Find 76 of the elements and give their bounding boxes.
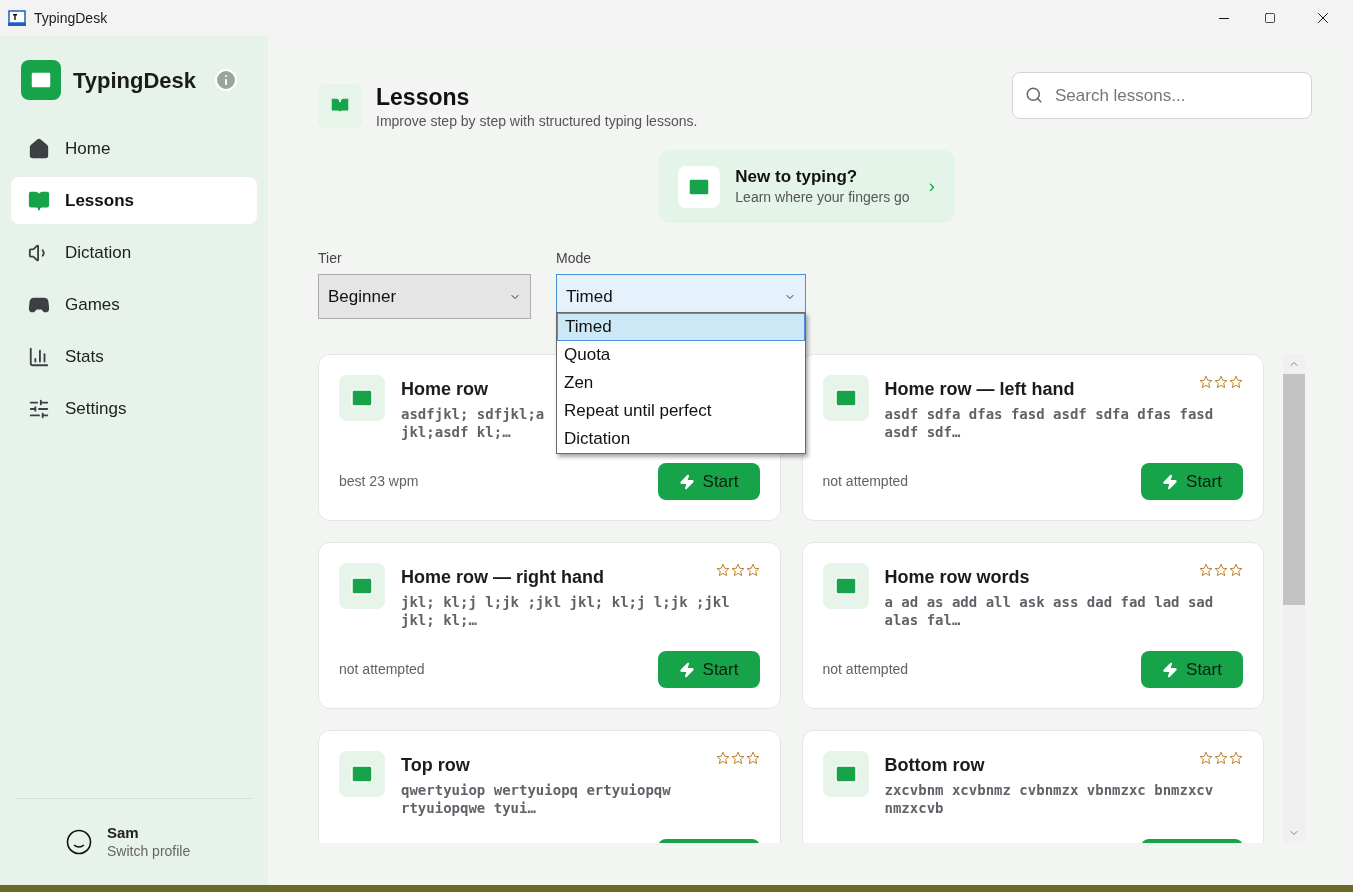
lesson-title: Bottom row [884,754,985,777]
nav-item[interactable]: Lessons [11,177,257,224]
sliders-icon [28,397,50,420]
lesson-title: Top row [401,754,470,777]
lesson-preview: zxcvbnm xcvbnmz cvbnmzx vbnmzxc bnmzxcv nmzxcvb [884,781,1215,817]
star-icon [745,563,760,577]
star-icon [1199,563,1213,577]
star-icon [1229,751,1243,765]
dropdown-option[interactable]: Dictation [557,425,805,453]
select-field[interactable]: Beginner [318,274,531,319]
page-subtitle: Improve step by step with structured typing lessons. [376,112,698,131]
lesson-title: Home row — left hand [884,378,1075,401]
star-icon [1214,751,1228,765]
filter-label: Mode [556,249,593,268]
lesson-status: best 23 wpm [339,472,419,491]
lesson-preview: jkl; kl;j l;jk ;jkl jkl; kl;j l;jk ;jkl jkl; kl;… [401,593,731,629]
search-field[interactable]: Search lessons... [1012,72,1312,119]
star-icon [1229,375,1243,389]
nav-item[interactable]: Settings [11,385,257,432]
nav-item[interactable]: Games [11,281,257,328]
star-icon [1199,751,1213,765]
lesson-title: Home row [401,378,488,401]
lightning-icon [1162,661,1179,678]
start-button[interactable]: Start [657,651,760,688]
star-icon [1199,375,1213,389]
new-to-typing-banner[interactable]: New to typing? Learn where your fingers go › [658,150,955,223]
star-icon [1214,375,1228,389]
lesson-title: Home row — right hand [401,566,604,589]
profile-switcher[interactable]: Sam Switch profile [11,799,257,885]
star-icon [730,563,745,577]
lesson-status: not attempted [822,660,909,679]
scrollbar[interactable] [1283,354,1305,843]
search-icon [1025,86,1043,104]
app-name: TypingDesk [73,66,197,95]
lightning-icon [678,473,695,490]
lesson-status: not attempted [339,660,425,679]
start-button[interactable]: Start [657,463,760,500]
profile-name: Sam [107,823,140,842]
book-icon [28,189,50,212]
page-title: Lessons [376,83,471,111]
dropdown-option[interactable]: Quota [557,341,805,369]
lightning-icon [1162,473,1179,490]
nav-item[interactable]: Dictation [11,229,257,276]
lesson-status: not attempted [822,472,909,491]
start-button[interactable]: Start [1141,651,1243,688]
avatar-icon [66,829,92,855]
banner-title: New to typing? [735,166,859,187]
star-icon [730,751,745,765]
nav-item[interactable]: Home [11,125,257,172]
dropdown-option[interactable]: Timed [557,313,805,341]
window-title: TypingDesk [34,8,108,28]
minimize-icon [1219,17,1229,19]
filter-label: Tier [318,249,343,268]
dropdown-option[interactable]: Zen [557,369,805,397]
lesson-title: Home row words [884,566,1030,589]
star-icon [745,751,760,765]
profile-action: Switch profile [107,842,191,861]
lesson-preview: asdf sdfa dfas fasd asdf sdfa dfas fasd asdf sdf… [884,405,1215,441]
nav-item[interactable]: Stats [11,333,257,380]
info-icon[interactable] [214,68,238,92]
app-window-icon [8,10,26,26]
dropdown-option[interactable]: Repeat until perfect [557,397,805,425]
chevron-icon: › [928,173,935,200]
lightning-icon [678,661,695,678]
star-icon [715,751,730,765]
bar-chart-icon [28,345,50,368]
star-icon [1229,563,1243,577]
lesson-preview: qwertyuiop wertyuiopq ertyuiopqw rtyuiopqwe tyui… [401,781,672,817]
home-icon [28,137,50,160]
star-icon [715,563,730,577]
star-icon [1214,563,1228,577]
lesson-preview: asdfjkl; sdfjkl;a jkl;asdf kl;… [401,405,545,441]
start-button[interactable]: Start [1141,463,1243,500]
banner-subtitle: Learn where your fingers go [735,187,910,207]
lesson-preview: a ad as add all ask ass dad fad lad sad alas fal… [884,593,1215,629]
maximize-icon [1264,12,1276,24]
